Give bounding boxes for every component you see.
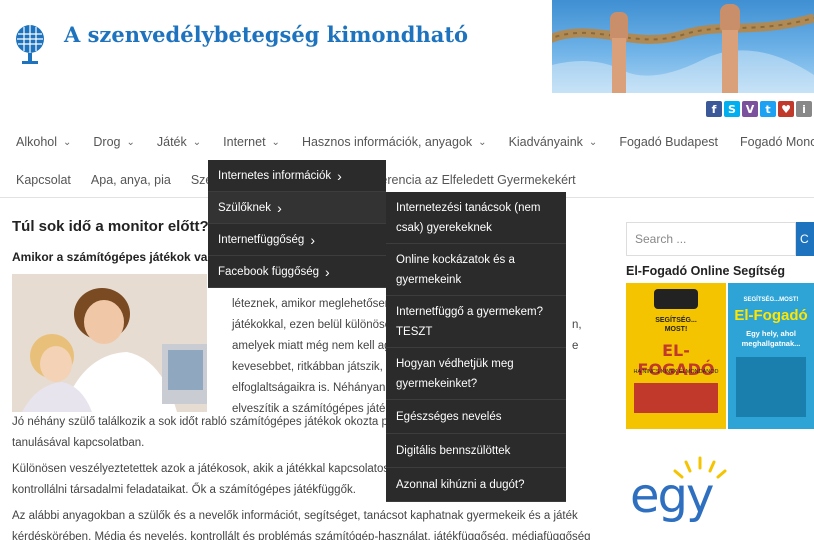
nav-item-internet[interactable]: Internet ⌄ (201, 135, 280, 149)
submenu-item-label: Internetfüggőség (218, 233, 305, 246)
site-title[interactable]: A szenvedélybetegség kimondható (64, 22, 468, 47)
promo1-tag: HA NINCS KINEK ELMONDANOD (633, 369, 719, 375)
nav-item-hasznos-inform-ci-k-anyagok[interactable]: Hasznos információk, anyagok ⌄ (280, 135, 487, 149)
nav-item-kiadv-nyaink[interactable]: Kiadványaink ⌄ (487, 135, 598, 149)
submenu-item-label-line-2: gyermekeinket? (396, 377, 478, 390)
chevron-right-icon: › (325, 263, 330, 280)
submenu-item-1[interactable]: Online kockázatok és a gyermekeink (386, 244, 566, 296)
header-banner-image (552, 0, 814, 93)
promo2-small: SEGÍTSÉG...MOST! (743, 297, 799, 303)
nav-item-j-t-k[interactable]: Játék ⌄ (135, 135, 201, 149)
submenu-item-0[interactable]: Internetezési tanácsok (nem csak) gyereke… (386, 192, 566, 244)
submenu-item-label: Internetes információk (218, 169, 332, 182)
chevron-down-icon: ⌄ (126, 136, 135, 148)
egy-logo-text: egy (630, 468, 714, 524)
promo1-small-2: MOST! (664, 326, 688, 333)
person-icon[interactable]: i (796, 101, 812, 117)
nav-item-label: Fogadó Monor (740, 135, 814, 149)
nav-item-fogad-monor[interactable]: Fogadó Monor (718, 135, 814, 149)
submenu-item-2[interactable]: Internetfüggő a gyermekem? TESZT (386, 296, 566, 348)
nav-item-label: Internet (223, 135, 266, 149)
submenu-item-5[interactable]: Digitális bennszülöttek (386, 434, 566, 468)
submenu-item-3[interactable]: Facebook függőség › (208, 256, 386, 288)
article-text-line: léteznek, amikor meglehetősen so (232, 298, 407, 310)
submenu-item-label: Szülőknek (218, 201, 272, 214)
nav-item-row2-3[interactable]: nferencia az Elfeledett Gyermekekért (370, 173, 576, 187)
social-links: f S Vt ♥ i (706, 101, 812, 117)
article-title[interactable]: Túl sok idő a monitor előtt? (12, 218, 209, 235)
submenu-item-2[interactable]: Internetfüggőség › (208, 224, 386, 256)
viber-icon[interactable]: V (742, 101, 758, 117)
nav-item-row2-0[interactable]: Kapcsolat (0, 173, 71, 187)
nav-item-drog[interactable]: Drog ⌄ (71, 135, 134, 149)
submenu-item-label-line-1: Egészséges nevelés (396, 410, 502, 423)
submenu-item-6[interactable]: Azonnal kihúzni a dugót? (386, 468, 566, 502)
nav-item-label: Kiadványaink (508, 135, 583, 149)
nav-item-label: Játék (156, 135, 187, 149)
submenu-item-4[interactable]: Egészséges nevelés (386, 400, 566, 434)
shield-icon[interactable]: ♥ (778, 101, 794, 117)
submenu-item-3[interactable]: Hogyan védhetjük meg gyermekeinket? (386, 348, 566, 400)
promo1-info-box (634, 383, 718, 413)
article-text-line: elfoglaltságaikra is. Néhányan átm (232, 382, 408, 394)
nav-item-row2-1[interactable]: Apa, anya, pia (71, 173, 171, 187)
submenu-item-label-line-2: csak) gyerekeknek (396, 221, 492, 234)
submenu-item-label-line-1: Hogyan védhetjük meg (396, 357, 514, 370)
widget-title: El-Fogadó Online Segítség (626, 264, 786, 278)
submenu-item-1[interactable]: Szülőknek › (208, 192, 386, 224)
article-subtitle: Amikor a számítógépes játékok va (12, 250, 208, 264)
article-text-fragment: n, (572, 319, 582, 331)
el-fogado-promo-yellow[interactable]: SEGÍTSÉG... MOST! EL-FOGADÓ HA NINCS KIN… (626, 283, 726, 429)
nav-item-label: Drog (93, 135, 121, 149)
promo2-big: El-Fogadó (734, 307, 808, 324)
promo2-info-box (736, 357, 806, 417)
article-text-line: kevesebbet, ritkábban játszik, így (232, 361, 402, 373)
chevron-right-icon: › (337, 167, 342, 184)
chevron-down-icon: ⌄ (63, 136, 72, 148)
submenu-item-label-line-1: Internetfüggő a gyermekem? (396, 305, 544, 318)
article-text-line: játékokkal, ezen belül különösen c (232, 319, 407, 331)
main-nav-row-1: Alkohol ⌄ Drog ⌄ Játék ⌄ Internet ⌄ Hasznos info… (0, 124, 814, 160)
nav-item-label: Hasznos információk, anyagok (301, 135, 473, 149)
phone-icon (654, 289, 698, 309)
nav-item-fogad-budapest[interactable]: Fogadó Budapest (597, 135, 718, 149)
submenu-item-label-line-2: gyermekeink (396, 273, 462, 286)
submenu-item-label-line-1: Digitális bennszülöttek (396, 444, 511, 457)
chevron-right-icon: › (277, 199, 282, 216)
nav-item-label: Fogadó Budapest (619, 135, 719, 149)
article-text-fragment: e (572, 340, 579, 352)
el-fogado-promo-blue[interactable]: SEGÍTSÉG...MOST! El-Fogadó Egy hely, aho… (728, 283, 814, 429)
chevron-down-icon: ⌄ (271, 136, 280, 148)
internet-submenu: Internetes információk › Szülőknek › Interne… (208, 160, 386, 288)
nav-item-alkohol[interactable]: Alkohol ⌄ (0, 135, 71, 149)
article-image (12, 274, 207, 412)
chevron-down-icon: ⌄ (192, 136, 202, 148)
article-text-line: amelyek miatt még nem kell aggó (232, 340, 404, 352)
nav-item-label: Alkohol (16, 135, 57, 149)
submenu-item-label-line-1: Online kockázatok és a (396, 253, 515, 266)
paragraph-3-line-2: kérdéskörében. Média és nevelés, kontrol… (12, 531, 591, 540)
submenu-item-label-line-1: Internetezési tanácsok (nem (396, 201, 541, 214)
promo1-small-1: SEGÍTSÉG... (655, 317, 697, 324)
chevron-down-icon: ⌄ (478, 136, 487, 148)
facebook-icon[interactable]: f (706, 101, 722, 117)
promo2-line-2: meghallgatnak... (741, 339, 801, 348)
site-header: A szenvedélybetegség kimondható f S Vt ♥ i (0, 0, 814, 122)
egy-logo[interactable]: egy (626, 454, 776, 534)
search-input[interactable]: Search ... (626, 222, 796, 256)
twitter-icon[interactable]: t (760, 101, 776, 117)
submenu-item-label-line-1: Azonnal kihúzni a dugót? (396, 478, 525, 491)
chevron-down-icon: ⌄ (588, 136, 598, 148)
submenu-item-label: Facebook függőség (218, 265, 320, 278)
szuloknek-submenu: Internetezési tanácsok (nem csak) gyereke… (386, 192, 566, 502)
logo-icon[interactable] (12, 22, 48, 66)
chevron-right-icon: › (310, 231, 315, 248)
paragraph-3-line-1: Az alábbi anyagokban a szülők és a nevel… (12, 510, 578, 522)
promo2-line-1: Egy hely, ahol (746, 329, 796, 338)
submenu-item-label-line-2: TESZT (396, 325, 433, 338)
submenu-item-0[interactable]: Internetes információk › (208, 160, 386, 192)
search-button[interactable]: C (796, 222, 814, 256)
skype-icon[interactable]: S (724, 101, 740, 117)
